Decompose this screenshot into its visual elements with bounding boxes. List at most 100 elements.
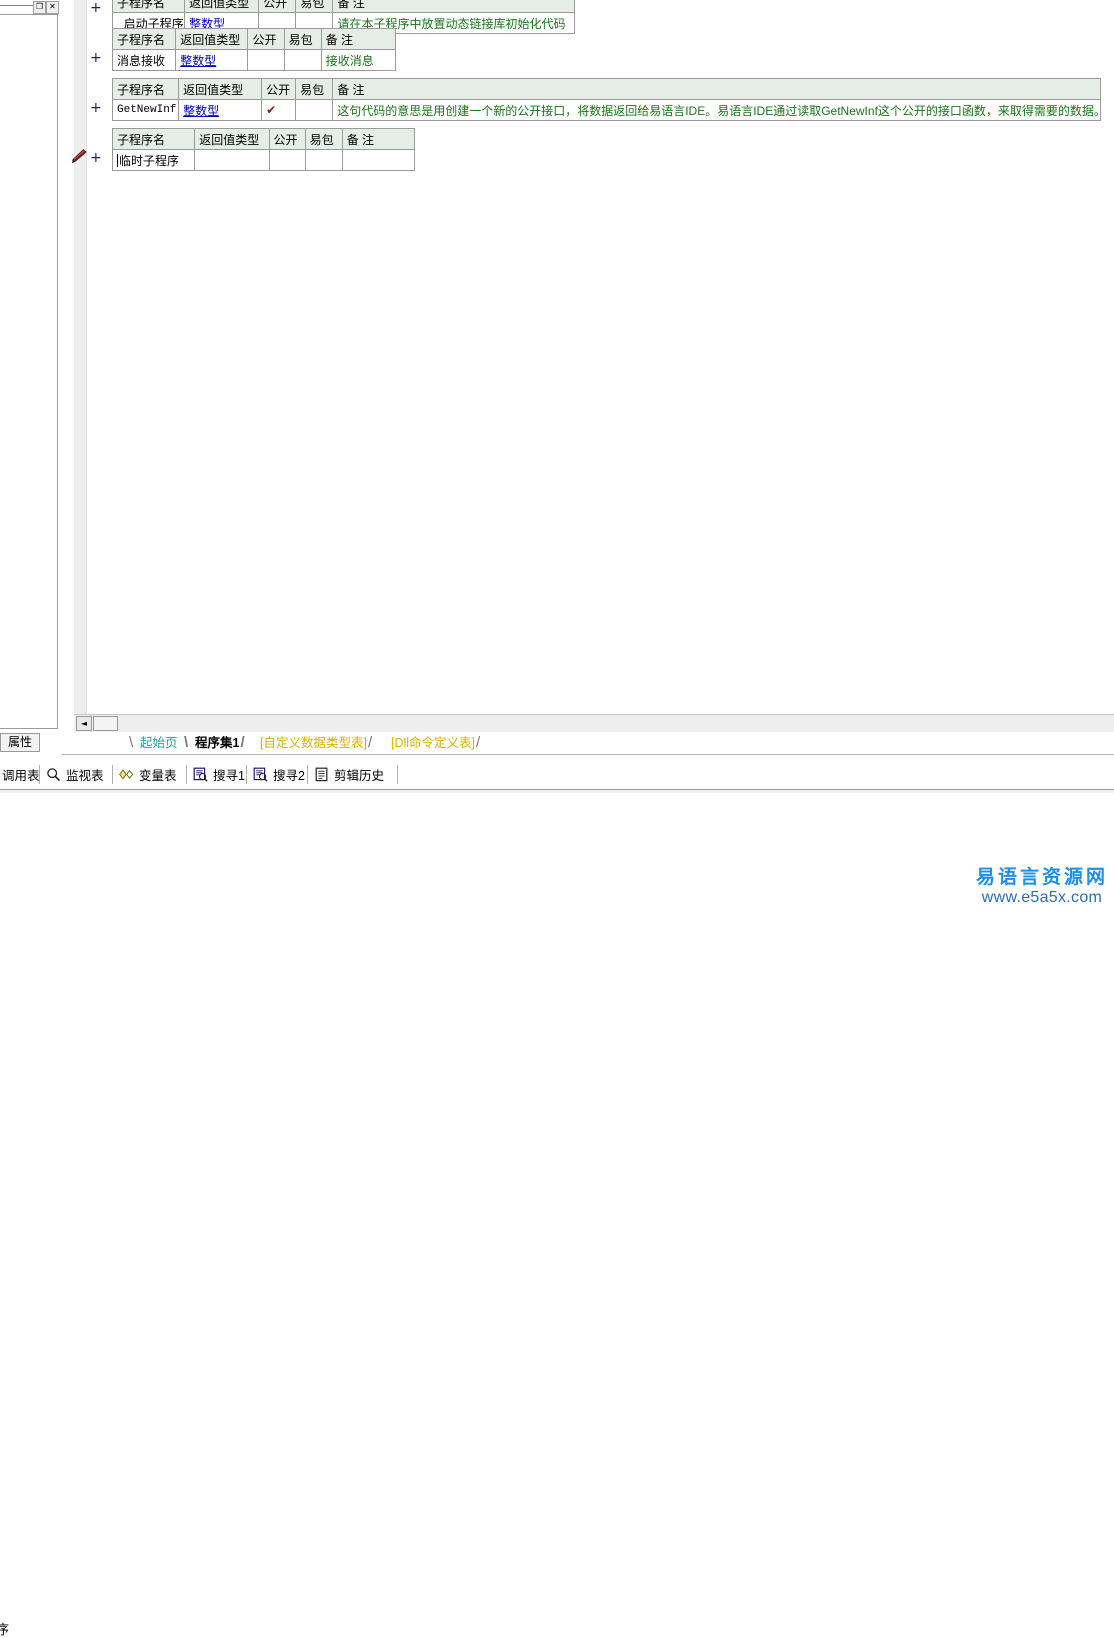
- tab-separator-icon: [129, 734, 140, 753]
- watermark: 易语言资源网 www.e5a5x.com: [976, 866, 1108, 907]
- table-row[interactable]: 消息接收 整数型 接收消息: [111, 49, 397, 71]
- tab-custom-datatype-table[interactable]: [自定义数据类型表]: [260, 733, 367, 753]
- col-header-name: 子程序名: [111, 78, 180, 100]
- cell-package[interactable]: [304, 149, 343, 171]
- bottom-toolbar: 调用表 监视表 变量表 搜寻1 搜寻2 剪辑历史: [0, 762, 1114, 788]
- routine-table-message[interactable]: 子程序名 返回值类型 公开 易包 备 注 消息接收 整数型 接收消息: [111, 28, 397, 71]
- cell-routine-name[interactable]: GetNewInf: [111, 99, 180, 121]
- tab-label: 程序集1: [195, 736, 240, 750]
- cell-public[interactable]: [268, 149, 306, 171]
- expand-icon[interactable]: [90, 103, 101, 114]
- toolbar-button-call-table[interactable]: 调用表: [2, 762, 40, 787]
- toolbar-separator: [112, 765, 113, 784]
- document-tab-strip: 起始页 程序集1 [自定义数据类型表] [Dll命令定义表]: [62, 733, 1114, 755]
- col-header-type: 返回值类型: [194, 128, 270, 150]
- col-header-public: 公开: [261, 78, 297, 100]
- col-header-package: 易包: [295, 78, 334, 100]
- col-header-note: 备 注: [332, 78, 1101, 100]
- col-header-note: 备 注: [341, 128, 416, 150]
- watermark-url: www.e5a5x.com: [981, 889, 1103, 906]
- scroll-left-button[interactable]: ◄: [76, 716, 92, 731]
- clipboard-list-icon: [315, 767, 328, 782]
- col-header-package: 易包: [283, 28, 322, 50]
- toolbar-label: 调用表: [2, 769, 40, 783]
- text-caret: [117, 153, 118, 167]
- horizontal-scrollbar[interactable]: ◄: [74, 714, 1114, 732]
- tab-label: [自定义数据类型表]: [260, 736, 367, 750]
- table-row[interactable]: GetNewInf 整数型 ✔ 这句代码的意思是用创建一个新的公开接口，将数据返…: [111, 99, 1101, 121]
- col-header-name: 子程序名: [111, 128, 196, 150]
- table-row[interactable]: 临时子程序: [111, 149, 416, 171]
- routine-name-text: 临时子程序: [119, 153, 180, 168]
- toolbar-separator: [186, 765, 187, 784]
- expand-icon[interactable]: [90, 3, 101, 14]
- toolbar-separator: [246, 765, 247, 784]
- cell-return-type[interactable]: 整数型: [175, 49, 249, 71]
- expand-icon[interactable]: [90, 53, 101, 64]
- magnifier-icon: [47, 768, 60, 782]
- clipped-text: 序: [0, 1622, 10, 1637]
- cell-public[interactable]: ✔: [261, 99, 297, 121]
- cell-routine-name[interactable]: 消息接收: [111, 49, 177, 71]
- cell-public[interactable]: [247, 49, 285, 71]
- col-header-name: 子程序名: [111, 28, 177, 50]
- toolbar-label: 搜寻1: [213, 769, 245, 783]
- toolbar-button-watch-table[interactable]: 监视表: [46, 762, 104, 787]
- col-header-note: 备 注: [320, 28, 397, 50]
- routine-table-temp[interactable]: 子程序名 返回值类型 公开 易包 备 注 临时子程序: [111, 128, 416, 171]
- cell-routine-name-editing[interactable]: 临时子程序: [111, 149, 196, 171]
- expand-icon[interactable]: [90, 153, 101, 164]
- col-header-package: 易包: [304, 128, 343, 150]
- tab-separator-icon: [240, 734, 252, 753]
- cell-note[interactable]: 这句代码的意思是用创建一个新的公开接口，将数据返回给易语言IDE。易语言IDE通…: [332, 99, 1101, 121]
- cell-return-type[interactable]: 整数型: [178, 99, 263, 121]
- col-header-type: 返回值类型: [175, 28, 249, 50]
- routine-table-getnewinf[interactable]: 子程序名 返回值类型 公开 易包 备 注 GetNewInf 整数型 ✔ 这句代…: [111, 78, 1101, 121]
- titlebar-rule: [0, 5, 36, 6]
- find-doc-icon: [253, 767, 268, 782]
- tab-start-page[interactable]: 起始页: [140, 733, 178, 753]
- tab-label: [Dll命令定义表]: [391, 736, 476, 750]
- table-header-row: 子程序名 返回值类型 公开 易包 备 注: [111, 128, 416, 150]
- table-header-row: 子程序名 返回值类型 公开 易包 备 注: [111, 28, 397, 50]
- toolbar-label: 监视表: [66, 769, 104, 783]
- tab-separator-icon: [184, 734, 195, 753]
- property-panel-titlebar: ❐ ✕: [0, 0, 62, 14]
- col-header-name: 子程序名: [111, 0, 186, 13]
- cell-package[interactable]: [283, 49, 322, 71]
- pencil-icon: [71, 148, 87, 164]
- diamonds-icon: [119, 769, 134, 780]
- toolbar-button-find-2[interactable]: 搜寻2: [253, 762, 305, 787]
- col-header-note: 备 注: [332, 0, 575, 13]
- tab-program-set-1[interactable]: 程序集1: [195, 733, 239, 753]
- watermark-title: 易语言资源网: [975, 866, 1108, 888]
- tab-dll-command-table[interactable]: [Dll命令定义表]: [391, 733, 475, 753]
- tab-separator-icon: [368, 734, 380, 753]
- property-panel-body[interactable]: [0, 14, 58, 729]
- scrollbar-thumb[interactable]: [93, 716, 118, 731]
- cell-return-type[interactable]: [194, 149, 270, 171]
- toolbar-button-clip-history[interactable]: 剪辑历史: [314, 762, 384, 787]
- tab-separator-icon: [476, 734, 488, 753]
- toolbar-button-find-1[interactable]: 搜寻1: [193, 762, 245, 787]
- bottom-pane: 序: [0, 793, 1114, 1637]
- cell-note[interactable]: [341, 149, 416, 171]
- property-panel: ❐ ✕: [0, 0, 62, 745]
- cell-package[interactable]: [295, 99, 334, 121]
- col-header-public: 公开: [258, 0, 297, 13]
- property-tab[interactable]: 属性: [0, 733, 40, 752]
- toolbar-separator: [39, 765, 40, 784]
- toolbar-button-variable-table[interactable]: 变量表: [119, 762, 177, 787]
- table-header-row: 子程序名 返回值类型 公开 易包 备 注: [111, 78, 1101, 100]
- col-header-type: 返回值类型: [178, 78, 263, 100]
- tab-label: 起始页: [140, 736, 178, 750]
- maximize-button[interactable]: ❐: [33, 1, 46, 14]
- editor-gutter: [74, 0, 87, 714]
- col-header-type: 返回值类型: [184, 0, 260, 13]
- toolbar-label: 变量表: [139, 769, 177, 783]
- toolbar-label: 搜寻2: [273, 769, 305, 783]
- close-button[interactable]: ✕: [46, 1, 59, 14]
- cell-note[interactable]: 接收消息: [320, 49, 397, 71]
- toolbar-separator: [397, 765, 398, 784]
- col-header-public: 公开: [247, 28, 285, 50]
